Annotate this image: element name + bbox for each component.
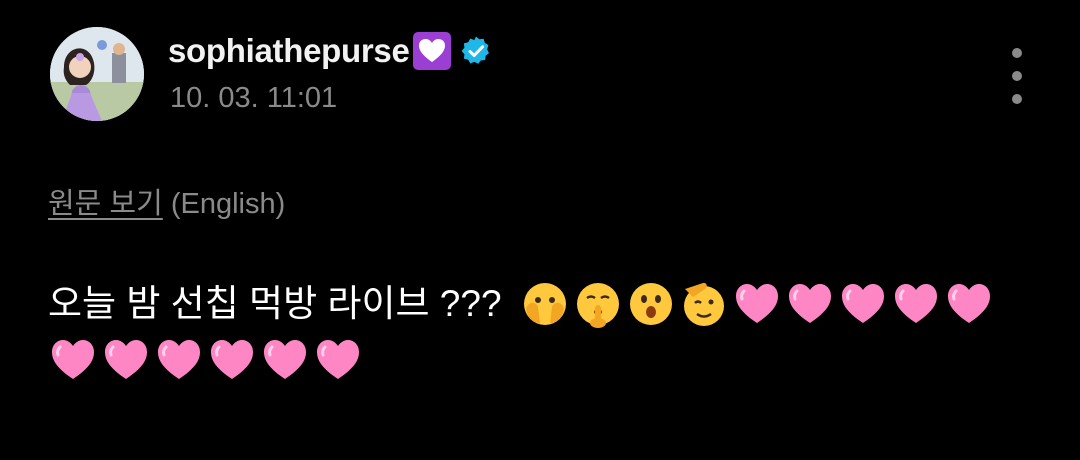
pink-heart-icon <box>732 279 782 329</box>
shushing-face-icon <box>573 279 623 329</box>
purple-heart-badge-icon <box>412 31 452 71</box>
pink-heart-icon <box>207 335 257 385</box>
pink-heart-icon <box>944 279 994 329</box>
post-body-line-1: 오늘 밤 선칩 먹방 라이브 ??? <box>48 276 1028 332</box>
translation-row: 원문 보기 (English) <box>48 180 285 222</box>
original-language-label: (English) <box>170 188 286 220</box>
more-options-button[interactable] <box>1000 48 1034 104</box>
username-row: sophiathepurse <box>168 26 492 76</box>
username[interactable]: sophiathepurse <box>168 32 410 70</box>
pink-heart-icon <box>313 335 363 385</box>
post-body-line-2 <box>48 332 1028 388</box>
saluting-face-icon <box>679 279 729 329</box>
hushed-face-icon <box>626 279 676 329</box>
view-original-link[interactable]: 원문 보기 <box>48 188 163 220</box>
pink-heart-icon <box>838 279 888 329</box>
more-options-icon-dot <box>1012 71 1022 81</box>
more-options-icon <box>1012 48 1022 58</box>
post-timestamp: 10. 03. 11:01 <box>170 82 338 114</box>
verified-badge-icon <box>460 35 492 67</box>
post-card: sophiathepurse 10. 03. 11:01 원문 보기 (Engl… <box>0 0 1080 460</box>
pink-heart-icon <box>260 335 310 385</box>
pink-heart-icon <box>48 335 98 385</box>
more-options-icon-dot <box>1012 94 1022 104</box>
face-with-open-eyes-and-hand-over-mouth-icon <box>520 279 570 329</box>
post-body: 오늘 밤 선칩 먹방 라이브 ??? <box>48 276 1028 388</box>
pink-heart-icon <box>154 335 204 385</box>
post-text: 오늘 밤 선칩 먹방 라이브 ??? <box>48 283 502 324</box>
avatar[interactable] <box>50 27 144 121</box>
pink-heart-icon <box>101 335 151 385</box>
pink-heart-icon <box>785 279 835 329</box>
pink-heart-icon <box>891 279 941 329</box>
